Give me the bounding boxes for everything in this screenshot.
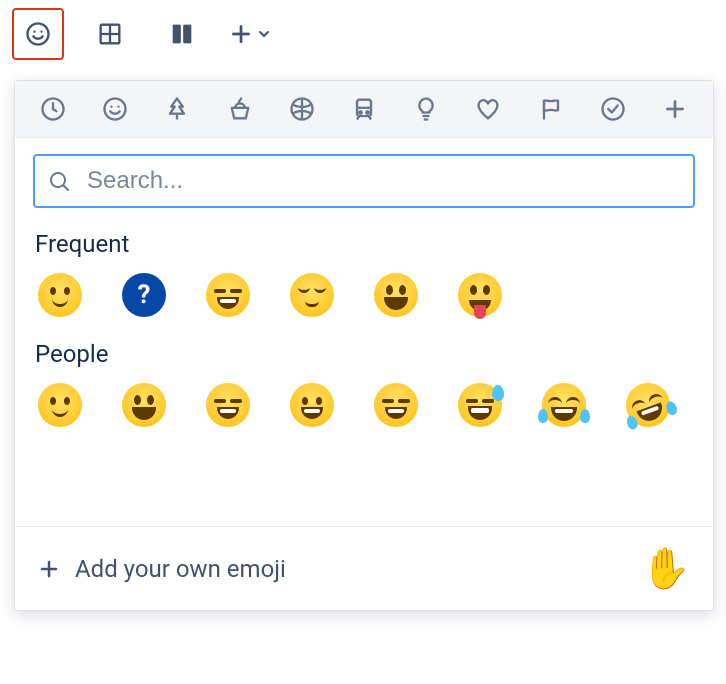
emoji-button[interactable]	[12, 8, 64, 60]
emoji-laughing[interactable]	[203, 270, 253, 320]
section-title-people: People	[35, 340, 697, 368]
bulb-icon	[412, 95, 440, 123]
emoji-smiley[interactable]	[371, 270, 421, 320]
emoji-joy[interactable]	[539, 380, 589, 430]
emoji-smiley[interactable]	[119, 380, 169, 430]
food-icon	[226, 95, 254, 123]
search-wrap	[15, 138, 713, 216]
add-own-emoji-label: Add your own emoji	[75, 555, 286, 583]
insert-menu-button[interactable]	[228, 21, 272, 47]
table-button[interactable]	[84, 8, 136, 60]
emoji-laughing[interactable]	[371, 380, 421, 430]
search-icon	[47, 169, 71, 193]
ball-icon	[288, 95, 316, 123]
train-icon	[350, 95, 378, 123]
section-title-frequent: Frequent	[35, 230, 697, 258]
frequent-row: ?	[31, 264, 697, 326]
emoji-picker: Frequent ? People Add your own emoji ✋	[14, 80, 714, 611]
search-input[interactable]	[85, 166, 681, 196]
emoji-preview-raised-hand[interactable]: ✋	[641, 545, 691, 592]
category-flags[interactable]	[535, 95, 567, 123]
plus-icon	[662, 96, 688, 122]
emoji-slightly-smiling[interactable]	[35, 380, 85, 430]
people-row	[31, 374, 697, 436]
smile-icon	[101, 95, 129, 123]
category-nature[interactable]	[161, 95, 193, 123]
smile-icon	[24, 20, 52, 48]
plus-icon	[37, 557, 61, 581]
add-own-emoji-button[interactable]: Add your own emoji	[37, 555, 629, 583]
table-icon	[96, 20, 124, 48]
emoji-tongue[interactable]	[455, 270, 505, 320]
layout-button[interactable]	[156, 8, 208, 60]
emoji-slightly-smiling[interactable]	[35, 270, 85, 320]
plus-icon	[228, 21, 254, 47]
category-food[interactable]	[224, 95, 256, 123]
search-box[interactable]	[33, 154, 695, 208]
category-frequent[interactable]	[37, 95, 69, 123]
category-travel[interactable]	[348, 95, 380, 123]
flag-icon	[537, 95, 565, 123]
category-productivity[interactable]	[597, 95, 629, 123]
category-custom[interactable]	[659, 96, 691, 122]
picker-footer: Add your own emoji ✋	[15, 526, 713, 610]
category-tabs	[15, 81, 713, 138]
emoji-rofl[interactable]	[623, 380, 673, 430]
check-circle-icon	[599, 95, 627, 123]
emoji-sweat-smile[interactable]	[455, 380, 505, 430]
columns-icon	[168, 20, 196, 48]
category-activity[interactable]	[286, 95, 318, 123]
chevron-down-icon	[256, 26, 272, 42]
emoji-smile[interactable]	[203, 380, 253, 430]
emoji-list[interactable]: Frequent ? People	[15, 216, 713, 526]
category-symbols[interactable]	[472, 95, 504, 123]
category-objects[interactable]	[410, 95, 442, 123]
clock-icon	[39, 95, 67, 123]
emoji-question[interactable]: ?	[119, 270, 169, 320]
emoji-grin[interactable]	[287, 380, 337, 430]
category-people[interactable]	[99, 95, 131, 123]
emoji-relieved[interactable]	[287, 270, 337, 320]
heart-icon	[474, 95, 502, 123]
tree-icon	[163, 95, 191, 123]
editor-toolbar	[0, 0, 726, 68]
